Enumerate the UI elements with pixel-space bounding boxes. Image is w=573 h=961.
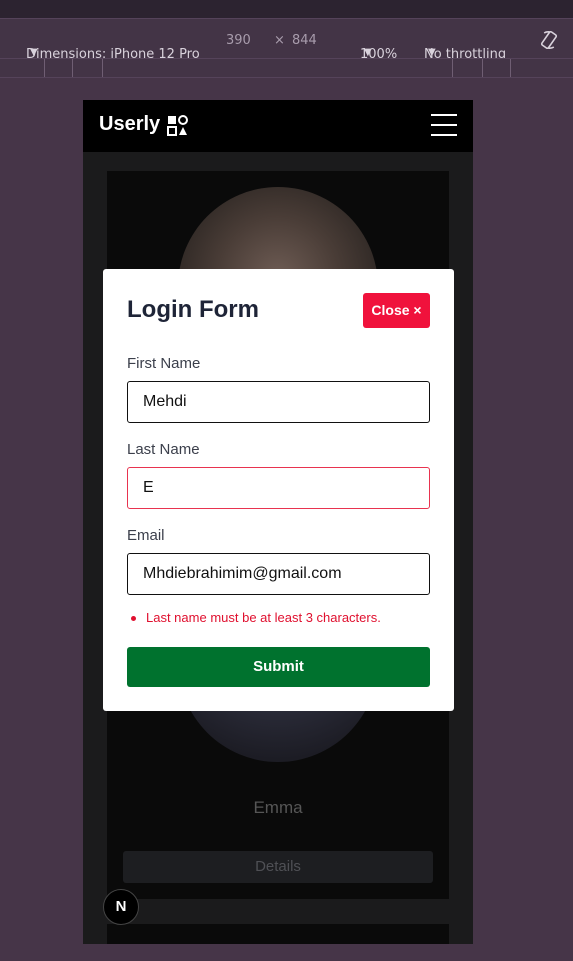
first-name-label: First Name xyxy=(127,355,201,372)
rotate-icon[interactable] xyxy=(538,29,560,51)
details-button[interactable]: Details xyxy=(123,851,433,883)
nextjs-badge[interactable]: N xyxy=(103,889,139,925)
submit-button[interactable]: Submit xyxy=(127,647,430,687)
devtools-title-bar xyxy=(0,0,573,18)
validation-error: Last name must be at least 3 characters. xyxy=(131,610,381,625)
caret-down-icon: ▼ xyxy=(30,47,38,58)
height-input[interactable]: 844 xyxy=(292,33,317,48)
navbar: Userly xyxy=(83,100,473,152)
login-modal: Login Form Close × First Name Last Name … xyxy=(103,269,454,711)
devtools-toolbar: Dimensions: iPhone 12 Pro ▼ 390 × 844 100… xyxy=(0,18,573,62)
user-card-next xyxy=(107,924,449,944)
width-input[interactable]: 390 xyxy=(226,33,251,48)
device-ruler xyxy=(0,58,573,78)
menu-icon[interactable] xyxy=(431,114,457,136)
caret-down-icon: ▼ xyxy=(364,47,372,58)
user-name: Emma xyxy=(253,798,303,817)
email-label: Email xyxy=(127,527,165,544)
last-name-label: Last Name xyxy=(127,441,200,458)
close-button[interactable]: Close × xyxy=(363,293,430,328)
dimension-separator: × xyxy=(274,33,285,48)
first-name-field[interactable] xyxy=(127,381,430,423)
puzzle-icon xyxy=(167,115,188,136)
validation-error-text: Last name must be at least 3 characters. xyxy=(146,610,381,625)
email-field[interactable] xyxy=(127,553,430,595)
caret-down-icon: ▼ xyxy=(428,47,436,58)
modal-title: Login Form xyxy=(127,296,259,323)
brand-logo[interactable]: Userly xyxy=(99,113,160,136)
last-name-field[interactable] xyxy=(127,467,430,509)
bullet-icon xyxy=(131,616,136,622)
